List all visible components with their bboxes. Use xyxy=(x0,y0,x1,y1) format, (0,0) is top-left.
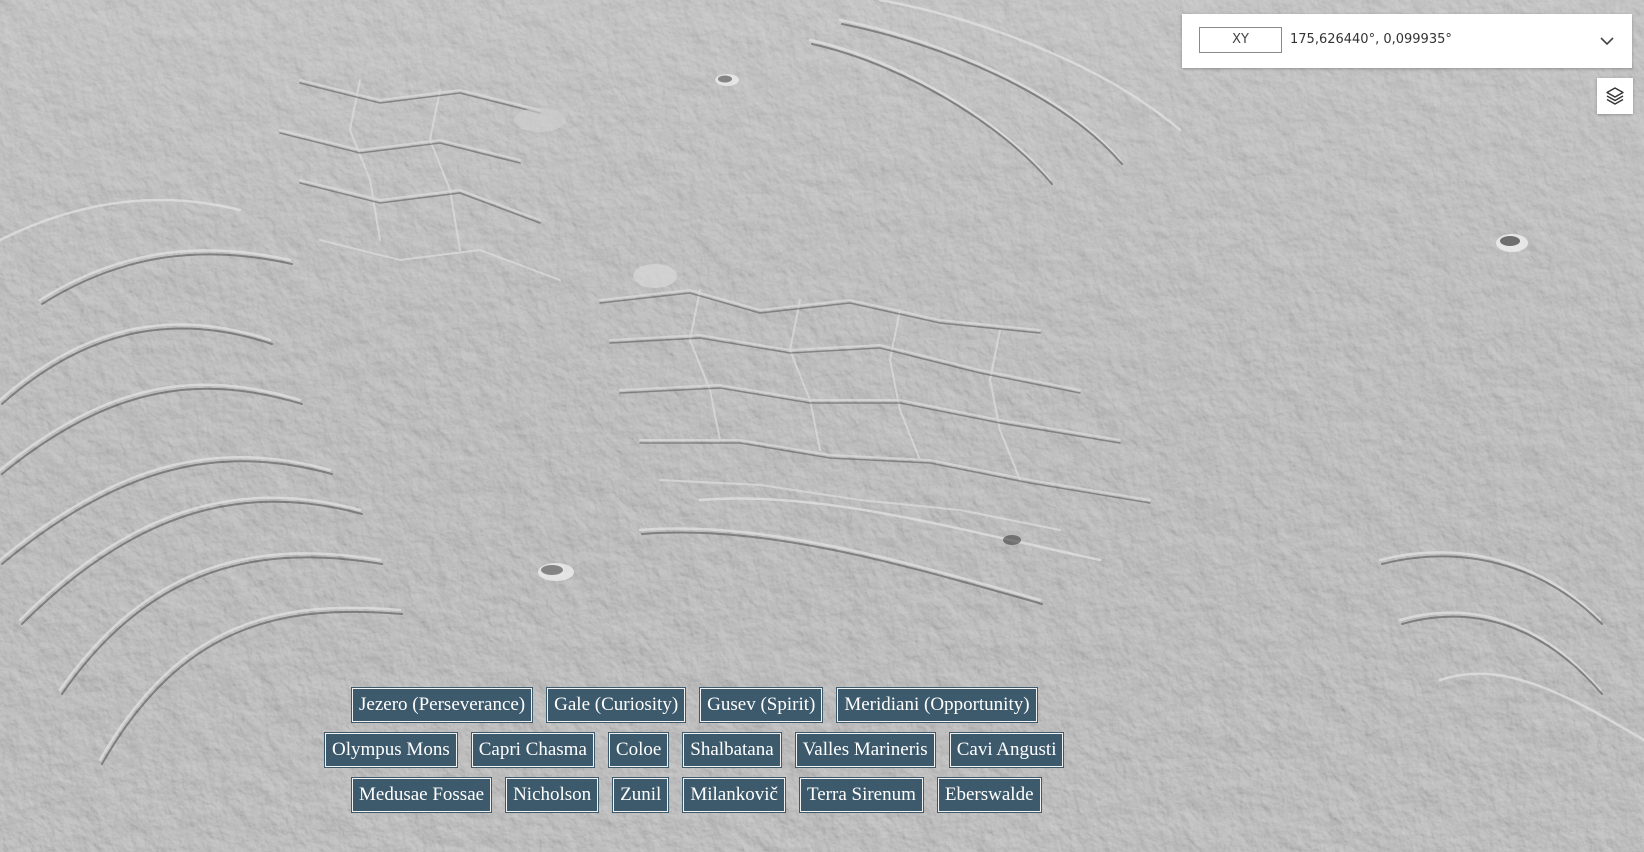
location-button-meridiani[interactable]: Meridiani (Opportunity) xyxy=(836,687,1038,723)
location-button-valles-marineris[interactable]: Valles Marineris xyxy=(794,732,936,768)
location-buttons: Jezero (Perseverance) Gale (Curiosity) G… xyxy=(0,687,1644,823)
location-button-olympus-mons[interactable]: Olympus Mons xyxy=(324,732,458,768)
location-row-3: Medusae Fossae Nicholson Zunil Milankovi… xyxy=(0,777,1644,813)
location-button-terra-sirenum[interactable]: Terra Sirenum xyxy=(798,777,924,813)
location-button-capri-chasma[interactable]: Capri Chasma xyxy=(470,732,595,768)
layers-button[interactable] xyxy=(1597,78,1633,114)
location-button-medusae-fossae[interactable]: Medusae Fossae xyxy=(350,777,493,813)
projection-select[interactable]: XY xyxy=(1199,27,1282,53)
map-view[interactable]: XY 175,626440°, 0,099935° Jezero (Persev… xyxy=(0,0,1644,852)
location-button-gusev[interactable]: Gusev (Spirit) xyxy=(699,687,824,723)
layers-icon xyxy=(1606,87,1624,105)
expand-coordinates-button[interactable] xyxy=(1594,28,1620,54)
coordinate-panel: XY 175,626440°, 0,099935° xyxy=(1182,14,1632,68)
location-button-shalbatana[interactable]: Shalbatana xyxy=(682,732,782,768)
location-button-coloe[interactable]: Coloe xyxy=(607,732,670,768)
location-row-2: Olympus Mons Capri Chasma Coloe Shalbata… xyxy=(0,732,1644,768)
location-button-cavi-angusti[interactable]: Cavi Angusti xyxy=(948,732,1065,768)
location-button-zunil[interactable]: Zunil xyxy=(612,777,670,813)
location-button-nicholson[interactable]: Nicholson xyxy=(505,777,600,813)
location-row-1: Jezero (Perseverance) Gale (Curiosity) G… xyxy=(0,687,1644,723)
location-button-eberswalde[interactable]: Eberswalde xyxy=(936,777,1042,813)
location-button-gale[interactable]: Gale (Curiosity) xyxy=(546,687,687,723)
location-button-milankovic[interactable]: Milankovič xyxy=(682,777,786,813)
chevron-down-icon xyxy=(1600,37,1614,46)
location-button-jezero[interactable]: Jezero (Perseverance) xyxy=(350,687,534,723)
coordinate-readout: 175,626440°, 0,099935° xyxy=(1290,32,1452,47)
